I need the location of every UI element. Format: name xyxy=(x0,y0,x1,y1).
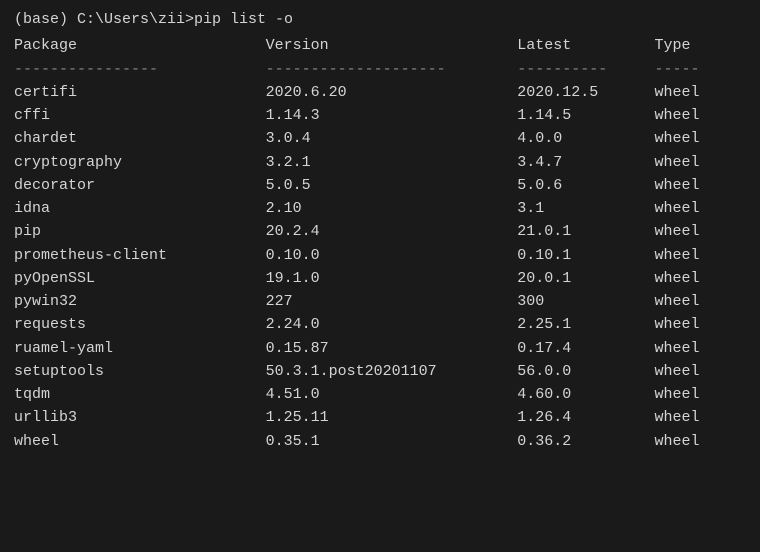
cell-latest: 1.26.4 xyxy=(517,406,654,429)
table-row: certifi2020.6.202020.12.5wheel xyxy=(14,81,746,104)
cell-package: pip xyxy=(14,220,266,243)
table-header-row: Package Version Latest Type xyxy=(14,34,746,57)
cell-latest: 4.0.0 xyxy=(517,127,654,150)
table-row: setuptools50.3.1.post2020110756.0.0wheel xyxy=(14,360,746,383)
cell-version: 2020.6.20 xyxy=(266,81,518,104)
cell-type: wheel xyxy=(655,430,747,453)
cell-type: wheel xyxy=(655,151,747,174)
cell-package: tqdm xyxy=(14,383,266,406)
cell-version: 19.1.0 xyxy=(266,267,518,290)
cell-type: wheel xyxy=(655,267,747,290)
cell-latest: 21.0.1 xyxy=(517,220,654,243)
cell-version: 50.3.1.post20201107 xyxy=(266,360,518,383)
cell-type: wheel xyxy=(655,197,747,220)
cell-version: 227 xyxy=(266,290,518,313)
cell-version: 2.24.0 xyxy=(266,313,518,336)
cell-version: 3.2.1 xyxy=(266,151,518,174)
cell-package: cffi xyxy=(14,104,266,127)
sep-package: ---------------- xyxy=(14,58,266,81)
table-row: urllib31.25.111.26.4wheel xyxy=(14,406,746,429)
sep-type: ----- xyxy=(655,58,747,81)
cell-type: wheel xyxy=(655,313,747,336)
table-row: cffi1.14.31.14.5wheel xyxy=(14,104,746,127)
cell-type: wheel xyxy=(655,127,747,150)
package-table: Package Version Latest Type ------------… xyxy=(14,34,746,453)
cell-package: idna xyxy=(14,197,266,220)
table-row: prometheus-client0.10.00.10.1wheel xyxy=(14,244,746,267)
cell-latest: 2020.12.5 xyxy=(517,81,654,104)
cell-latest: 0.17.4 xyxy=(517,337,654,360)
cell-version: 3.0.4 xyxy=(266,127,518,150)
table-row: wheel0.35.10.36.2wheel xyxy=(14,430,746,453)
cell-type: wheel xyxy=(655,104,747,127)
cell-package: urllib3 xyxy=(14,406,266,429)
cell-package: pyOpenSSL xyxy=(14,267,266,290)
cell-version: 1.14.3 xyxy=(266,104,518,127)
cell-type: wheel xyxy=(655,383,747,406)
cell-latest: 3.1 xyxy=(517,197,654,220)
cell-latest: 20.0.1 xyxy=(517,267,654,290)
cell-latest: 56.0.0 xyxy=(517,360,654,383)
cell-latest: 4.60.0 xyxy=(517,383,654,406)
cell-latest: 0.10.1 xyxy=(517,244,654,267)
cell-package: certifi xyxy=(14,81,266,104)
cell-type: wheel xyxy=(655,174,747,197)
col-header-latest: Latest xyxy=(517,34,654,57)
table-row: ruamel-yaml0.15.870.17.4wheel xyxy=(14,337,746,360)
cell-version: 1.25.11 xyxy=(266,406,518,429)
col-header-type: Type xyxy=(655,34,747,57)
table-row: cryptography3.2.13.4.7wheel xyxy=(14,151,746,174)
cell-latest: 0.36.2 xyxy=(517,430,654,453)
terminal-window: (base) C:\Users\zii>pip list -o Package … xyxy=(14,10,746,453)
table-row: tqdm4.51.04.60.0wheel xyxy=(14,383,746,406)
sep-version: -------------------- xyxy=(266,58,518,81)
cell-type: wheel xyxy=(655,406,747,429)
cell-type: wheel xyxy=(655,244,747,267)
table-row: pip20.2.421.0.1wheel xyxy=(14,220,746,243)
table-row: decorator5.0.55.0.6wheel xyxy=(14,174,746,197)
cell-package: ruamel-yaml xyxy=(14,337,266,360)
command-line: (base) C:\Users\zii>pip list -o xyxy=(14,10,746,30)
cell-package: wheel xyxy=(14,430,266,453)
cell-latest: 3.4.7 xyxy=(517,151,654,174)
cell-type: wheel xyxy=(655,337,747,360)
cell-version: 20.2.4 xyxy=(266,220,518,243)
cell-type: wheel xyxy=(655,360,747,383)
cell-latest: 1.14.5 xyxy=(517,104,654,127)
cell-version: 5.0.5 xyxy=(266,174,518,197)
table-separator-row: ---------------- -------------------- --… xyxy=(14,58,746,81)
sep-latest: ---------- xyxy=(517,58,654,81)
cell-version: 2.10 xyxy=(266,197,518,220)
cell-package: decorator xyxy=(14,174,266,197)
table-row: chardet3.0.44.0.0wheel xyxy=(14,127,746,150)
table-row: requests2.24.02.25.1wheel xyxy=(14,313,746,336)
cell-type: wheel xyxy=(655,290,747,313)
cell-package: requests xyxy=(14,313,266,336)
cell-package: setuptools xyxy=(14,360,266,383)
cell-version: 0.15.87 xyxy=(266,337,518,360)
cell-version: 4.51.0 xyxy=(266,383,518,406)
cell-latest: 5.0.6 xyxy=(517,174,654,197)
cell-package: prometheus-client xyxy=(14,244,266,267)
col-header-version: Version xyxy=(266,34,518,57)
table-row: pyOpenSSL19.1.020.0.1wheel xyxy=(14,267,746,290)
cell-type: wheel xyxy=(655,220,747,243)
cell-type: wheel xyxy=(655,81,747,104)
col-header-package: Package xyxy=(14,34,266,57)
cell-version: 0.10.0 xyxy=(266,244,518,267)
cell-latest: 2.25.1 xyxy=(517,313,654,336)
cell-latest: 300 xyxy=(517,290,654,313)
cell-package: cryptography xyxy=(14,151,266,174)
cell-package: chardet xyxy=(14,127,266,150)
cell-package: pywin32 xyxy=(14,290,266,313)
table-row: idna2.103.1wheel xyxy=(14,197,746,220)
cell-version: 0.35.1 xyxy=(266,430,518,453)
table-row: pywin32227300wheel xyxy=(14,290,746,313)
